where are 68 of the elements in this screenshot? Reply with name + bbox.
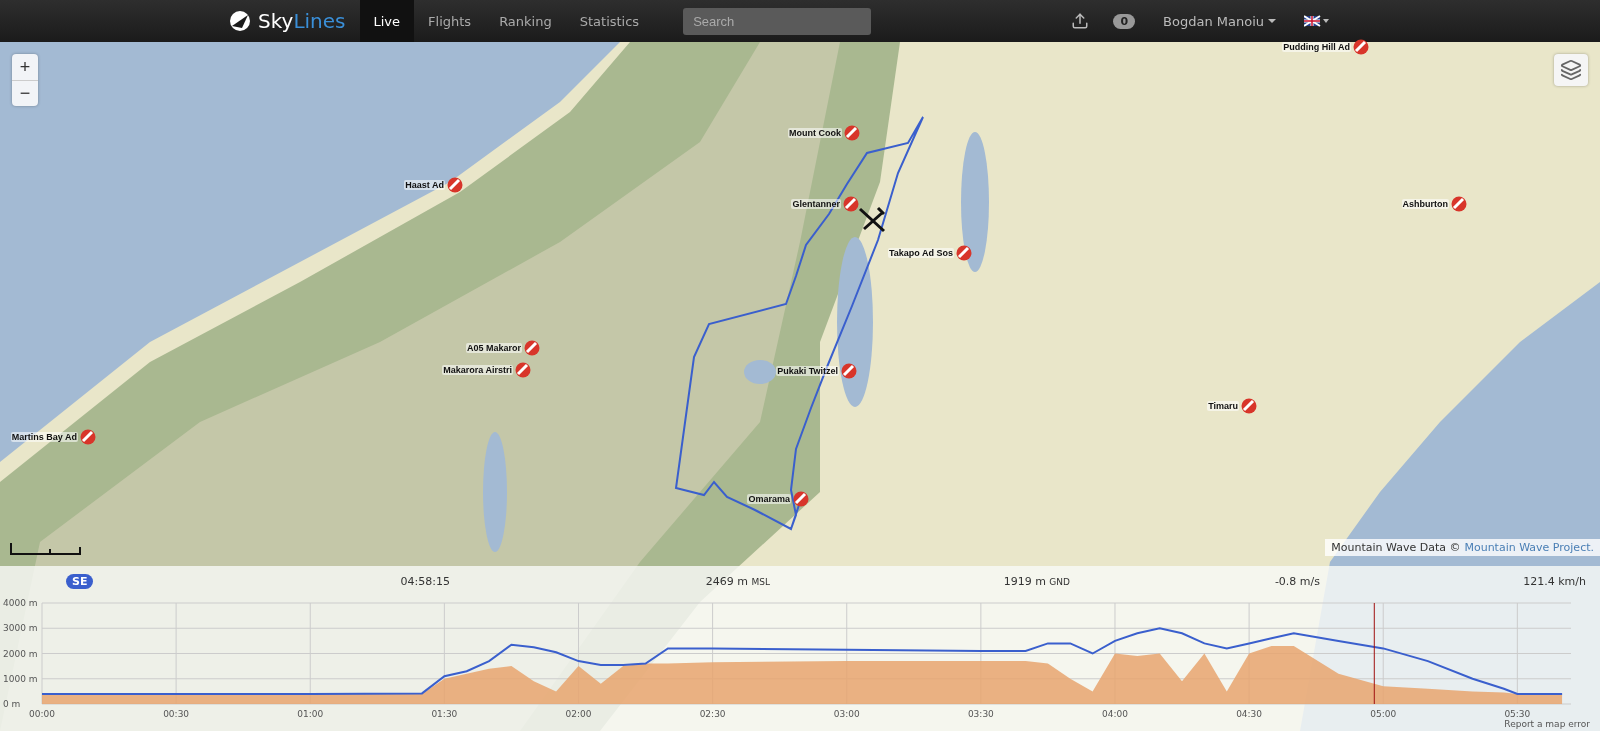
notification-count[interactable]: 0 <box>1113 13 1136 29</box>
airfield-label: Haast Ad <box>404 180 445 190</box>
nav-tab[interactable]: Flights <box>414 0 486 42</box>
altitude-reading: 2469 m MSL <box>705 574 770 588</box>
time-cursor[interactable] <box>1373 602 1375 705</box>
airfield-icon[interactable] <box>515 362 531 378</box>
airfield-label: Glentanner <box>791 199 841 209</box>
airfield-label: Omarama <box>747 494 791 504</box>
x-axis-label: 00:30 <box>163 709 190 719</box>
y-axis-label: 4000 m <box>3 598 38 608</box>
nav-tab[interactable]: Ranking <box>485 0 566 42</box>
airfield-label: Pukaki Twitzel <box>776 366 839 376</box>
vario-reading: -0.8 m/s <box>1274 574 1320 588</box>
airfield-label: Pudding Hill Ad <box>1282 42 1351 52</box>
glider-icon[interactable] <box>857 204 887 234</box>
airfield-icon[interactable] <box>841 363 857 379</box>
height-reading: 1919 m GND <box>1003 574 1070 588</box>
search-field[interactable]: Search <box>683 7 872 35</box>
x-axis-label: 02:30 <box>699 709 726 719</box>
attribution-text: Mountain Wave Data © <box>1331 541 1461 554</box>
airfield-icon[interactable] <box>447 177 463 193</box>
nav-tab[interactable]: Live <box>359 0 415 42</box>
logo-text[interactable]: SkyLines <box>258 9 346 33</box>
x-axis-label: 03:00 <box>833 709 860 719</box>
zoom-out-button[interactable]: − <box>12 80 38 106</box>
airfield-icon[interactable] <box>1353 39 1369 55</box>
airfield-icon[interactable] <box>80 429 96 445</box>
x-axis-label: 04:00 <box>1102 709 1128 719</box>
speed-reading: 121.4 km/h <box>1523 574 1586 588</box>
airfield-label: Martins Bay Ad <box>10 432 78 442</box>
x-axis-label: 03:30 <box>967 709 994 719</box>
x-axis-label: 00:00 <box>29 709 55 719</box>
airfield-icon[interactable] <box>1451 196 1467 212</box>
airfield-label: Timaru <box>1207 401 1239 411</box>
attribution-link[interactable]: Mountain Wave Project. <box>1464 541 1594 554</box>
airfield-label: Mount Cook <box>788 128 842 138</box>
x-axis-label: 04:30 <box>1236 709 1263 719</box>
map-error-link[interactable]: Report a map error <box>1504 719 1590 729</box>
scale-bar <box>10 543 82 555</box>
airfield-icon[interactable] <box>844 125 860 141</box>
y-axis-label: 3000 m <box>3 623 38 634</box>
airfield-label: Makarora Airstri <box>442 365 513 375</box>
airfield-label: Takapo Ad Sos <box>888 248 954 258</box>
x-axis-label: 05:30 <box>1504 709 1531 719</box>
layers-icon <box>1560 59 1582 81</box>
airfield-icon[interactable] <box>843 196 859 212</box>
y-axis-label: 1000 m <box>3 673 38 684</box>
nav-tab[interactable]: Statistics <box>565 0 654 42</box>
user-menu[interactable]: Bogdan Manoiu <box>1163 13 1276 29</box>
direction-badge: SE <box>66 573 94 589</box>
x-axis-label: 01:00 <box>297 709 324 719</box>
flag-icon[interactable] <box>1304 15 1330 27</box>
airfield-label: Ashburton <box>1401 199 1449 209</box>
x-axis-label: 01:30 <box>431 709 458 719</box>
airfield-icon[interactable] <box>524 340 540 356</box>
x-axis-label: 05:00 <box>1370 709 1397 719</box>
y-axis-label: 2000 m <box>3 648 38 659</box>
y-axis-label: 0 m <box>3 699 21 709</box>
airfield-label: A05 Makaror <box>465 343 522 353</box>
upload-icon[interactable] <box>1071 12 1090 30</box>
airfield-icon[interactable] <box>1241 398 1257 414</box>
time-reading: 04:58:15 <box>400 574 450 588</box>
airfield-icon[interactable] <box>793 491 809 507</box>
zoom-in-button[interactable]: + <box>12 54 38 80</box>
x-axis-label: 02:00 <box>565 709 592 719</box>
glider-logo-icon <box>228 10 252 32</box>
airfield-icon[interactable] <box>956 245 972 261</box>
layers-button[interactable] <box>1554 54 1588 86</box>
